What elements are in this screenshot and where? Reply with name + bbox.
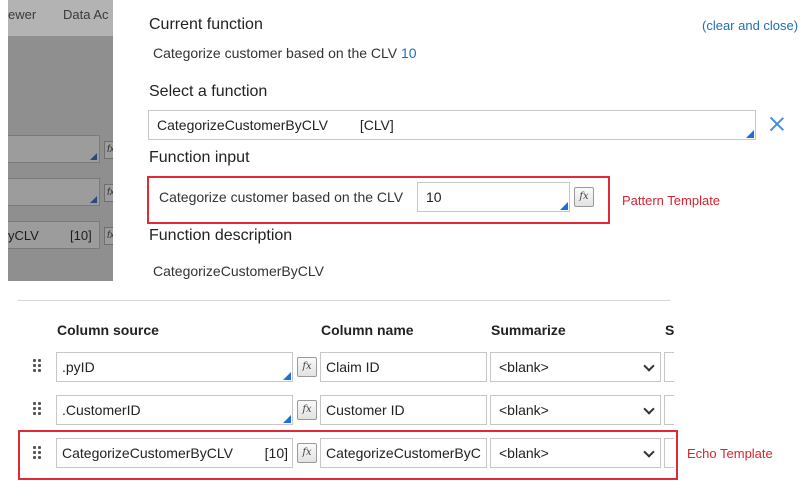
column-name-value: Customer ID <box>326 402 405 418</box>
current-function-heading: Current function <box>149 16 263 33</box>
echo-template-label: Echo Template <box>687 446 773 461</box>
fx-icon[interactable]: fx <box>297 357 317 377</box>
autocomplete-corner-icon <box>560 202 568 210</box>
background-menu-item-data-access: Data Ac <box>63 7 109 22</box>
select-function-heading: Select a function <box>149 83 268 100</box>
fx-icon[interactable]: fx <box>297 443 317 463</box>
fx-icon[interactable]: fx <box>574 187 594 207</box>
background-overlay: ewer Data Ac fx fx yCLV [10] fx <box>8 0 113 281</box>
background-input-2 <box>8 178 100 206</box>
partial-column-cell <box>664 438 674 468</box>
section-divider <box>18 300 670 301</box>
summarize-value: <blank> <box>499 445 549 461</box>
background-fx-icon: fx <box>104 227 113 245</box>
background-fx-icon: fx <box>104 184 113 202</box>
function-description-heading: Function description <box>149 227 293 244</box>
column-name-input[interactable]: Customer ID <box>320 395 487 425</box>
select-function-input[interactable]: CategorizeCustomerByCLV [CLV] <box>148 110 756 140</box>
background-input-3: yCLV [10] <box>8 221 100 249</box>
clear-and-close-link[interactable]: (clear and close) <box>702 18 798 33</box>
column-source-input[interactable]: CategorizeCustomerByCLV [10] <box>56 438 293 468</box>
background-row-value: [10] <box>70 228 92 243</box>
autocomplete-corner-icon <box>746 130 754 138</box>
background-row-text: yCLV <box>8 228 39 243</box>
current-function-description: Categorize customer based on the CLV <box>153 45 398 61</box>
background-input-1 <box>8 135 100 163</box>
summarize-select[interactable]: <blank> <box>490 438 661 468</box>
current-function-text: Categorize customer based on the CLV 10 <box>153 45 417 61</box>
partial-column-header: S <box>665 322 675 338</box>
chevron-down-icon <box>643 446 655 458</box>
column-name-input[interactable]: Claim ID <box>320 352 487 382</box>
function-input-heading: Function input <box>149 149 250 166</box>
select-function-tag: [CLV] <box>359 117 394 133</box>
summarize-select[interactable]: <blank> <box>490 395 661 425</box>
column-name-input[interactable]: CategorizeCustomerByC <box>320 438 487 468</box>
partial-column-cell <box>664 352 674 382</box>
summarize-header: Summarize <box>491 322 566 338</box>
partial-column-cell <box>664 395 674 425</box>
summarize-value: <blank> <box>499 402 549 418</box>
chevron-down-icon <box>643 360 655 372</box>
fx-icon[interactable]: fx <box>297 400 317 420</box>
column-name-header: Column name <box>321 322 414 338</box>
column-source-value: CategorizeCustomerByCLV <box>62 445 233 461</box>
column-name-value: CategorizeCustomerByC <box>326 445 481 461</box>
column-source-input[interactable]: .CustomerID <box>56 395 293 425</box>
function-input-label: Categorize customer based on the CLV <box>159 189 404 205</box>
autocomplete-corner-icon <box>283 415 291 423</box>
background-menu-item-viewer: ewer <box>8 7 37 22</box>
drag-handle-icon[interactable] <box>33 402 43 416</box>
function-description-text: CategorizeCustomerByCLV <box>153 263 324 279</box>
column-source-input[interactable]: .pyID <box>56 352 293 382</box>
column-source-header: Column source <box>57 322 159 338</box>
column-source-suffix: [10] <box>264 445 288 461</box>
summarize-value: <blank> <box>499 359 549 375</box>
background-menu-bar: ewer Data Ac <box>8 0 113 36</box>
autocomplete-corner-icon <box>283 372 291 380</box>
pattern-template-label: Pattern Template <box>622 193 721 208</box>
column-source-value: .CustomerID <box>62 402 141 418</box>
function-input-value: 10 <box>426 189 442 205</box>
select-function-value: CategorizeCustomerByCLV <box>157 117 328 133</box>
background-fx-icon: fx <box>104 141 113 159</box>
column-name-value: Claim ID <box>326 359 380 375</box>
column-source-value: .pyID <box>62 359 95 375</box>
drag-handle-icon[interactable] <box>33 359 43 373</box>
current-function-value: 10 <box>401 45 417 61</box>
summarize-select[interactable]: <blank> <box>490 352 661 382</box>
function-input-field[interactable]: 10 <box>417 182 570 212</box>
chevron-down-icon <box>643 403 655 415</box>
close-icon[interactable] <box>769 116 785 132</box>
drag-handle-icon[interactable] <box>33 446 43 460</box>
